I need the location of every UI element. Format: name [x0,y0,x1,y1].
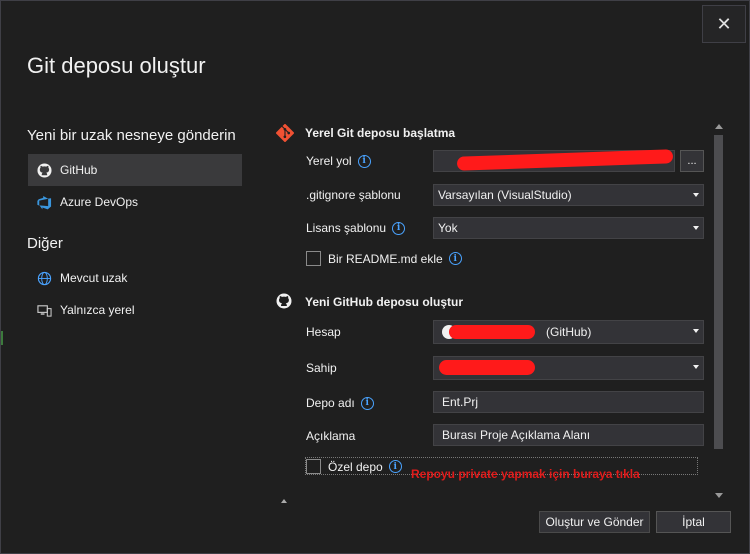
owner-label: Sahip [306,361,337,375]
scrollbar-thumb[interactable] [714,135,723,449]
github-repo-section-title: Yeni GitHub deposu oluştur [305,295,464,309]
chevron-down-icon [693,365,699,369]
sidebar-item-label: Yalnızca yerel [60,303,135,317]
info-icon[interactable]: i [448,252,462,265]
chevron-up-icon[interactable] [715,124,723,129]
cancel-button[interactable]: İptal [656,511,731,533]
close-button[interactable]: ✕ [702,5,746,43]
edge-accent [1,331,3,345]
info-icon[interactable]: i [357,154,371,168]
github-icon [36,162,52,178]
private-repo-checkbox-row[interactable]: Özel depo i [306,459,402,474]
push-remote-section-title: Yeni bir uzak nesneye gönderin [27,127,236,144]
sidebar-item-label: Mevcut uzak [60,271,128,285]
info-icon[interactable]: i [388,460,402,473]
chevron-down-icon[interactable] [715,493,723,498]
description-input[interactable]: Burası Proje Açıklama Alanı [433,424,704,446]
chevron-down-icon [693,329,699,333]
chevron-down-icon [693,226,699,230]
sidebar-item-label: Azure DevOps [60,195,139,209]
license-select[interactable]: Yok [433,217,704,239]
scroll-indicator-icon [281,499,287,503]
browse-button[interactable]: ... [680,150,704,172]
gitignore-select[interactable]: Varsayılan (VisualStudio) [433,184,704,206]
globe-icon [36,270,52,286]
dialog-title: Git deposu oluştur [27,53,206,78]
chevron-down-icon [693,193,699,197]
local-path-label: Yerel yol i [306,154,371,168]
private-repo-checkbox[interactable] [306,459,321,474]
description-label: Açıklama [306,429,356,443]
repo-name-label: Depo adı i [306,396,374,410]
git-icon [276,124,294,142]
other-section-title: Diğer [27,235,63,252]
sidebar-item-existing-remote[interactable]: Mevcut uzak [28,262,242,294]
github-icon [276,293,294,311]
readme-checkbox[interactable] [306,251,321,266]
local-computer-icon [36,302,52,318]
license-label: Lisans şablonu i [306,221,406,235]
info-icon[interactable]: i [392,221,406,235]
azure-devops-icon [36,194,52,210]
sidebar-item-local-only[interactable]: Yalnızca yerel [28,294,242,326]
create-git-repo-dialog: ✕ Git deposu oluştur Yeni bir uzak nesne… [0,0,750,554]
annotation-text: Repoyu private yapmak için buraya tıkla [411,467,640,481]
account-label: Hesap [306,325,341,339]
sidebar-item-label: GitHub [60,163,98,177]
readme-checkbox-row[interactable]: Bir README.md ekle i [306,251,462,266]
create-and-push-button[interactable]: Oluştur ve Gönder [539,511,650,533]
sidebar-item-azure-devops[interactable]: Azure DevOps [28,186,242,218]
redaction-mark [439,360,535,375]
sidebar-item-github[interactable]: GitHub [28,154,242,186]
close-icon: ✕ [716,13,732,34]
local-repo-section-title: Yerel Git deposu başlatma [305,126,456,140]
redaction-mark [449,325,535,339]
repo-name-input[interactable]: Ent.Prj [433,391,704,413]
info-icon[interactable]: i [360,396,374,410]
gitignore-label: .gitignore şablonu [306,188,401,202]
content-scrollbar[interactable] [712,121,725,501]
